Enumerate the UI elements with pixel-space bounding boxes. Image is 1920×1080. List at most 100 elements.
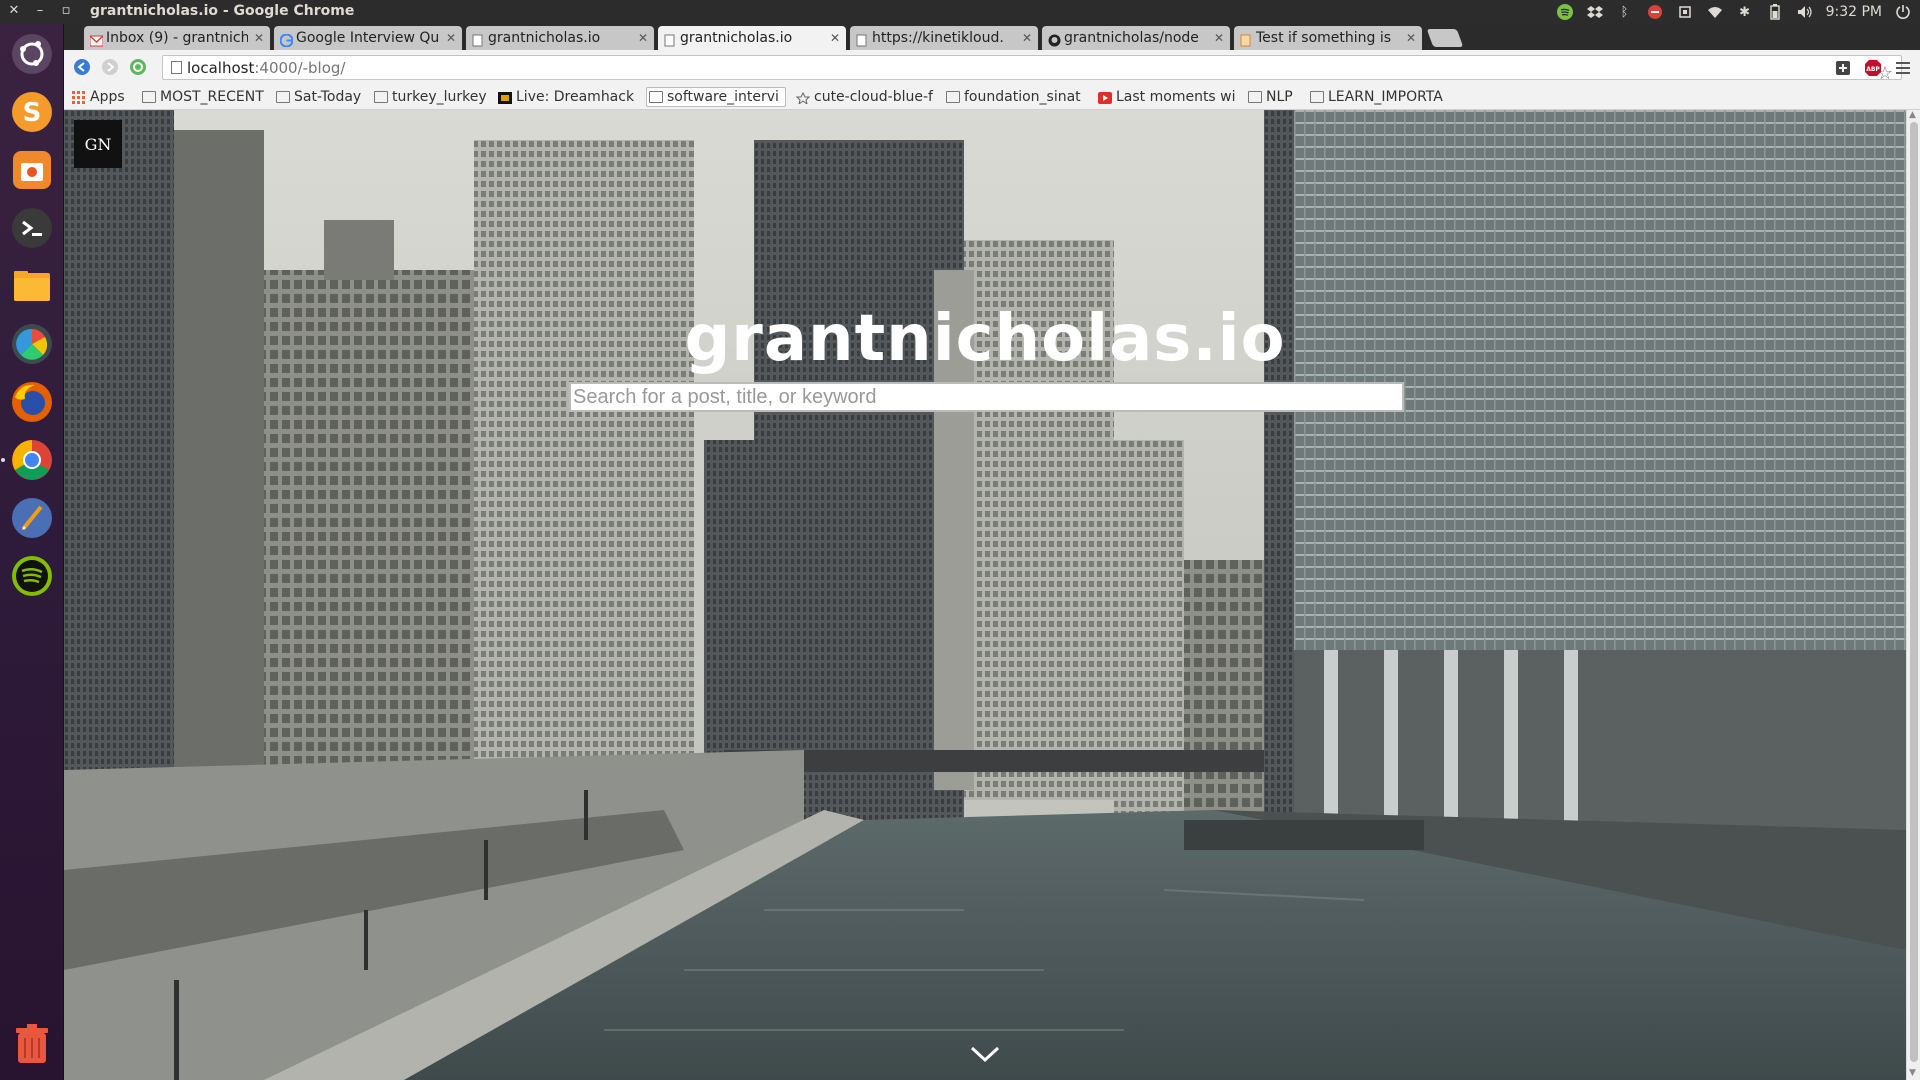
tab-label: grantnicholas/node <box>1064 30 1199 46</box>
software-center-icon[interactable] <box>8 146 56 194</box>
url-text: localhost:4000/-blog/ <box>187 59 346 77</box>
folder-icon <box>1310 91 1324 103</box>
bookmark-label: cute-cloud-blue-f <box>814 89 933 105</box>
youtube-icon <box>1098 91 1112 104</box>
tab-kinetikloud[interactable]: https://kinetikloud. ✕ <box>850 26 1038 50</box>
bookmark-live-dreamhack[interactable]: Live: Dreamhack <box>496 88 644 106</box>
adblock-plus-icon[interactable]: ABP <box>1864 59 1882 77</box>
address-bar[interactable]: localhost:4000/-blog/ ☆ <box>162 55 1902 84</box>
bookmark-apps[interactable]: Apps <box>70 88 140 106</box>
clock[interactable]: 9:32 PM <box>1826 4 1882 20</box>
tab-close-icon[interactable]: ✕ <box>1406 26 1416 50</box>
tab-test-if-something[interactable]: Test if something is ✕ <box>1234 26 1422 50</box>
power-settings-icon[interactable] <box>1894 3 1912 21</box>
tab-close-icon[interactable]: ✕ <box>638 26 648 50</box>
pinwheel-app-icon[interactable] <box>8 320 56 368</box>
tab-label: Google Interview Qu <box>296 30 440 46</box>
apps-grid-icon <box>72 91 86 104</box>
launcher: S <box>0 24 64 1080</box>
trash-icon[interactable] <box>8 1020 56 1068</box>
minimize-window-icon[interactable]: – <box>32 3 48 19</box>
tab-close-icon[interactable]: ✕ <box>446 26 456 50</box>
bluetooth-icon[interactable]: ᛒ <box>1616 3 1634 21</box>
battery-icon[interactable] <box>1766 3 1784 21</box>
folder-icon <box>374 91 388 103</box>
system-top-bar: ✕ – ▫ grantnicholas.io - Google Chrome ᛒ… <box>0 0 1920 24</box>
tab-label: Inbox (9) - grantnich <box>106 30 248 46</box>
site-title: grantnicholas.io <box>684 302 1286 376</box>
tab-close-icon[interactable]: ✕ <box>830 26 840 50</box>
bookmarks-bar: Apps MOST_RECENT Sat-Today turkey_lurkey… <box>64 84 1920 110</box>
bluetooth-status-icon[interactable]: ✱ <box>1736 3 1754 21</box>
folder-icon <box>276 91 290 103</box>
close-window-icon[interactable]: ✕ <box>6 3 22 19</box>
forward-button[interactable] <box>100 57 120 77</box>
sublime-text-icon[interactable]: S <box>8 88 56 136</box>
bookmark-label: Apps <box>90 89 125 105</box>
bookmark-turkey-lurkey[interactable]: turkey_lurkey <box>372 88 498 106</box>
search-input[interactable] <box>569 382 1404 412</box>
terminal-icon[interactable] <box>8 204 56 252</box>
chrome-menu-icon[interactable] <box>1894 59 1912 77</box>
tab-github[interactable]: grantnicholas/node ✕ <box>1042 26 1230 50</box>
page-icon <box>1240 31 1253 47</box>
bookmark-foundation-sinat[interactable]: foundation_sinat <box>944 88 1084 106</box>
tab-close-icon[interactable]: ✕ <box>254 26 264 50</box>
folder-icon <box>649 91 663 103</box>
text-editor-icon[interactable] <box>8 494 56 542</box>
spotify-tray-icon[interactable] <box>1556 3 1574 21</box>
volume-icon[interactable] <box>1796 3 1814 21</box>
firefox-icon[interactable] <box>8 378 56 426</box>
bookmark-sat-today[interactable]: Sat-Today <box>274 88 376 106</box>
bookmark-most-recent[interactable]: MOST_RECENT <box>140 88 278 106</box>
maximize-window-icon[interactable]: ▫ <box>58 3 74 19</box>
google-icon <box>279 31 294 48</box>
page-icon <box>664 31 677 47</box>
gmail-icon <box>89 31 104 47</box>
reload-button[interactable] <box>128 57 148 77</box>
extension-puzzle-icon[interactable] <box>1834 59 1852 77</box>
keyboard-settings-icon[interactable] <box>1676 3 1694 21</box>
tab-inbox[interactable]: Inbox (9) - grantnich ✕ <box>84 26 270 50</box>
bookmark-software-intervi[interactable]: software_intervi <box>646 87 786 107</box>
scroll-down-chevron-icon[interactable] <box>968 1044 1002 1066</box>
bookmark-label: software_intervi <box>667 89 779 105</box>
ubuntu-dash-icon[interactable] <box>8 30 56 78</box>
bookmark-label: NLP <box>1266 89 1293 105</box>
page-scrollbar[interactable]: ▲ ▼ <box>1906 110 1920 1080</box>
scroll-down-arrow-icon[interactable]: ▼ <box>1909 1068 1916 1078</box>
browser-toolbar: localhost:4000/-blog/ ☆ ABP <box>64 50 1920 84</box>
tab-grantnicholas-active[interactable]: grantnicholas.io ✕ <box>658 26 846 50</box>
scrollbar-thumb[interactable] <box>1910 122 1918 1062</box>
bookmark-nlp[interactable]: NLP <box>1246 88 1310 106</box>
wifi-icon[interactable] <box>1706 3 1724 21</box>
page-info-icon[interactable] <box>171 61 182 74</box>
window-title: grantnicholas.io - Google Chrome <box>90 3 355 19</box>
do-not-disturb-icon[interactable] <box>1646 3 1664 21</box>
bookmark-last-moments[interactable]: Last moments wi <box>1096 88 1242 106</box>
spotify-icon[interactable] <box>8 552 56 600</box>
site-logo[interactable]: GN <box>74 120 122 168</box>
bookmark-label: turkey_lurkey <box>392 89 487 105</box>
bookmark-label: Last moments wi <box>1116 89 1236 105</box>
bookmark-learn-importa[interactable]: LEARN_IMPORTA <box>1308 88 1452 106</box>
new-tab-button[interactable] <box>1426 29 1464 47</box>
tab-strip: Inbox (9) - grantnich ✕ Google Interview… <box>64 24 1920 50</box>
tab-close-icon[interactable]: ✕ <box>1022 26 1032 50</box>
bookmark-cute-cloud[interactable]: cute-cloud-blue-f <box>794 88 940 106</box>
scroll-up-arrow-icon[interactable]: ▲ <box>1909 110 1916 120</box>
bookmark-label: Live: Dreamhack <box>516 89 635 105</box>
chrome-icon[interactable] <box>1 436 56 484</box>
tab-google-interview[interactable]: Google Interview Qu ✕ <box>274 26 462 50</box>
bookmark-label: MOST_RECENT <box>160 89 264 105</box>
tab-label: Test if something is <box>1256 30 1392 46</box>
hero-section: GN grantnicholas.io <box>64 110 1906 1080</box>
dropbox-tray-icon[interactable] <box>1586 3 1604 21</box>
tab-grantnicholas-1[interactable]: grantnicholas.io ✕ <box>466 26 654 50</box>
tab-close-icon[interactable]: ✕ <box>1214 26 1224 50</box>
bookmark-label: foundation_sinat <box>964 89 1081 105</box>
files-icon[interactable] <box>8 262 56 310</box>
back-button[interactable] <box>72 57 92 77</box>
window-controls: ✕ – ▫ <box>6 3 74 19</box>
system-tray: ᛒ ✱ 9:32 PM <box>1556 2 1912 22</box>
